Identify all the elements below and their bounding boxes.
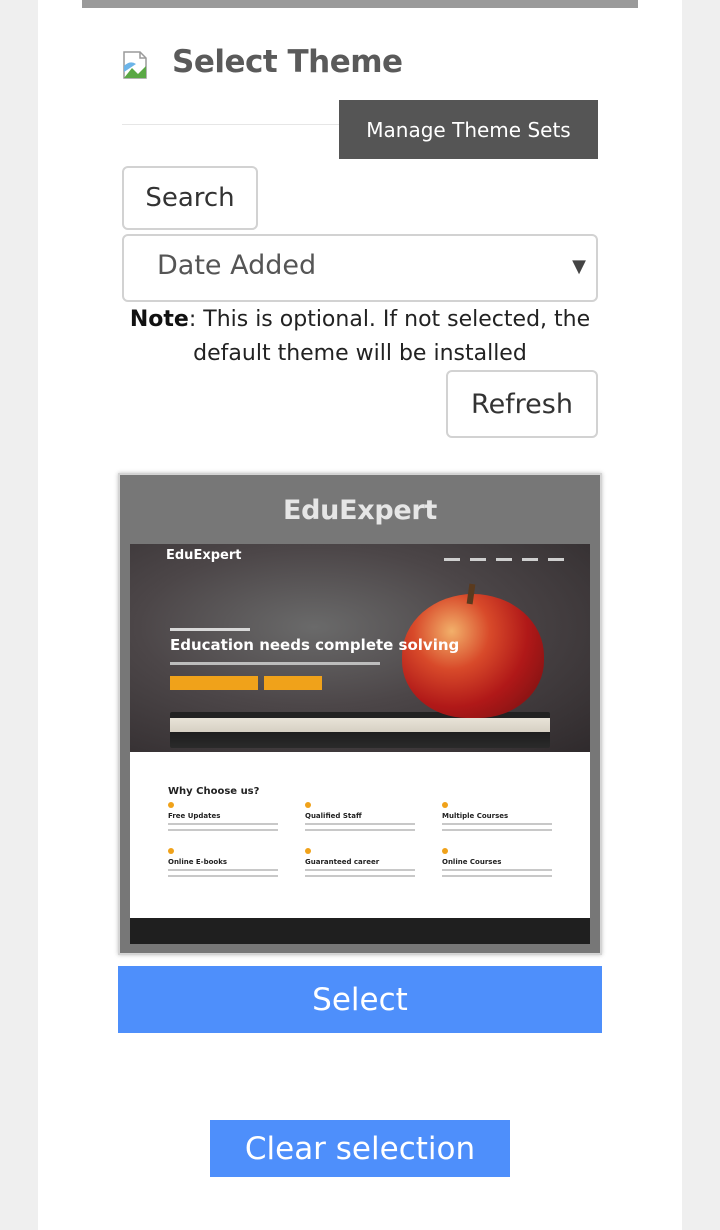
theme-preview-image[interactable]: EduExpert Education needs complete solvi… — [130, 544, 590, 944]
preview-cta-primary — [170, 676, 258, 690]
preview-headline: Education needs complete solving — [170, 636, 460, 654]
refresh-button[interactable]: Refresh — [446, 370, 598, 438]
preview-feature: Guaranteed career — [305, 848, 425, 881]
theme-name: EduExpert — [282, 495, 437, 526]
optional-note: Note: This is optional. If not selected,… — [120, 303, 600, 371]
preview-section-title: Why Choose us? — [168, 786, 260, 797]
preview-feature: Online Courses — [442, 848, 562, 881]
title-row: Select Theme — [122, 40, 403, 84]
preview-feature: Online E-books — [168, 848, 288, 881]
header-divider — [122, 124, 342, 125]
preview-books — [170, 712, 550, 748]
preview-logo: EduExpert — [166, 548, 242, 563]
search-button[interactable]: Search — [122, 166, 258, 230]
sort-select[interactable]: Date Added ▼ — [122, 234, 598, 302]
top-divider-bar — [82, 0, 638, 8]
sort-selected-value: Date Added — [157, 250, 317, 281]
note-label: Note — [129, 307, 189, 332]
preview-feature: Free Updates — [168, 802, 288, 835]
clear-selection-button[interactable]: Clear selection — [210, 1120, 510, 1177]
note-text: : This is optional. If not selected, the… — [188, 307, 591, 366]
preview-subtext — [170, 662, 380, 665]
preview-cta-secondary — [264, 676, 322, 690]
preview-apple — [402, 594, 544, 718]
preview-kicker — [170, 628, 250, 631]
manage-theme-sets-button[interactable]: Manage Theme Sets — [339, 100, 598, 159]
preview-footer — [130, 918, 590, 944]
select-theme-button[interactable]: Select — [118, 966, 602, 1033]
preview-feature: Qualified Staff — [305, 802, 425, 835]
dropdown-arrow-icon: ▼ — [572, 256, 586, 277]
page-title: Select Theme — [172, 44, 403, 80]
preview-nav — [444, 558, 564, 561]
theme-card: EduExpert EduExpert Education needs comp… — [118, 473, 602, 955]
broken-image-icon — [122, 50, 152, 80]
preview-feature: Multiple Courses — [442, 802, 562, 835]
